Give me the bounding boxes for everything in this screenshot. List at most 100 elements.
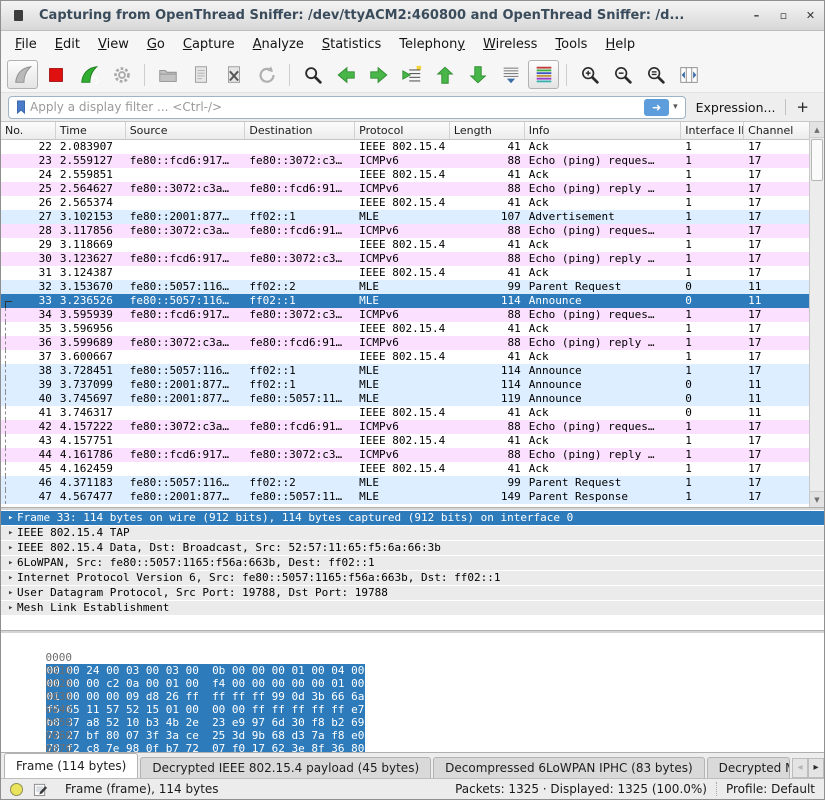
detail-line[interactable]: ▸ IEEE 802.15.4 Data, Dst: Broadcast, Sr… [1,541,824,555]
close-button[interactable]: ✕ [797,5,824,27]
go-first-button[interactable] [429,60,460,89]
capture-comment-icon[interactable] [33,782,48,797]
colorize-button[interactable] [528,60,559,89]
packet-row[interactable]: 40 3.745697 fe80::2001:877… fe80::5057:1… [1,392,809,406]
packet-row[interactable]: 28 3.117856 fe80::3072:c3a… fe80::fcd6:9… [1,224,809,238]
auto-scroll-button[interactable] [495,60,526,89]
scrollbar-up-icon[interactable]: ▲ [810,122,824,138]
scrollbar-down-icon[interactable]: ▼ [810,491,824,507]
expert-info-icon[interactable] [10,783,23,796]
packet-row[interactable]: 25 2.564627 fe80::3072:c3a… fe80::fcd6:9… [1,182,809,196]
packet-row[interactable]: 33 3.236526 fe80::5057:116… ff02::1 MLE … [1,294,809,308]
file-close-button[interactable] [218,60,249,89]
file-open-button[interactable] [152,60,183,89]
packet-row[interactable]: 39 3.737099 fe80::2001:877… ff02::1 MLE … [1,378,809,392]
filter-bookmark-icon[interactable] [12,99,30,115]
expression-button[interactable]: Expression... [686,100,786,115]
capture-options-button[interactable] [106,60,137,89]
byte-view-tab[interactable]: Decompressed 6LoWPAN IPHC (83 bytes) [433,757,705,778]
zoom-original-button[interactable] [640,60,671,89]
expander-icon[interactable]: ▸ [1,556,17,570]
menu-tools[interactable]: Tools [546,33,596,56]
packet-row[interactable]: 30 3.123627 fe80::fcd6:917… fe80::3072:c… [1,252,809,266]
packet-row[interactable]: 31 3.124387 IEEE 802.15.4 41 Ack 1 17 [1,266,809,280]
packet-row[interactable]: 46 4.371183 fe80::5057:116… ff02::2 MLE … [1,476,809,490]
go-back-button[interactable] [330,60,361,89]
vertical-scrollbar[interactable]: ▲ ▼ [809,122,824,507]
apply-filter-button[interactable]: ➜ [644,99,669,116]
packet-row[interactable]: 26 2.565374 IEEE 802.15.4 41 Ack 1 17 [1,196,809,210]
reload-button[interactable] [251,60,282,89]
menu-capture[interactable]: Capture [174,33,244,56]
hex-bytes[interactable]: b8 37 a8 52 10 b3 4b 2e 23 e9 97 6d 30 f… [46,716,366,729]
menu-view[interactable]: View [89,33,138,56]
find-packet-button[interactable] [297,60,328,89]
expander-icon[interactable]: ▸ [1,511,17,525]
expander-icon[interactable]: ▸ [1,571,17,585]
status-profile[interactable]: Profile: Default [726,782,815,796]
display-filter-input[interactable] [30,100,644,114]
filter-history-caret-icon[interactable]: ▾ [669,102,682,112]
column-header-info[interactable]: Info [525,122,682,139]
packet-row[interactable]: 43 4.157751 IEEE 802.15.4 41 Ack 1 17 [1,434,809,448]
expander-icon[interactable]: ▸ [1,526,17,540]
expander-icon[interactable]: ▸ [1,586,17,600]
display-filter-box[interactable]: ➜ ▾ [8,96,686,119]
packet-row[interactable]: 23 2.559127 fe80::fcd6:917… fe80::3072:c… [1,154,809,168]
detail-line[interactable]: ▸ Internet Protocol Version 6, Src: fe80… [1,571,824,585]
hex-bytes[interactable]: 78 f2 c8 7e 98 0f b7 72 07 f0 17 62 3e 8… [46,742,366,753]
column-header-len[interactable]: Length [450,122,525,139]
go-last-button[interactable] [462,60,493,89]
capture-restart-button[interactable] [73,60,104,89]
hex-bytes[interactable]: 01 00 00 00 09 d8 26 ff ff ff ff 99 0d 3… [46,690,366,703]
menu-analyze[interactable]: Analyze [244,33,313,56]
menu-go[interactable]: Go [138,33,174,56]
packet-row[interactable]: 37 3.600667 IEEE 802.15.4 41 Ack 1 17 [1,350,809,364]
menu-telephony[interactable]: Telephony [390,33,474,56]
column-header-src[interactable]: Source [126,122,246,139]
column-header-iface[interactable]: Interface ID [681,122,744,139]
detail-line[interactable]: ▸ Frame 33: 114 bytes on wire (912 bits)… [1,511,824,525]
column-header-time[interactable]: Time [56,122,126,139]
zoom-in-button[interactable] [574,60,605,89]
hex-bytes[interactable]: 00 00 00 c2 0a 00 01 00 f4 00 00 00 00 0… [46,677,366,690]
add-filter-button[interactable]: + [786,98,817,116]
menu-wireless[interactable]: Wireless [474,33,546,56]
packet-row[interactable]: 29 3.118669 IEEE 802.15.4 41 Ack 1 17 [1,238,809,252]
byte-view-tab[interactable]: Decrypted IEEE 802.15.4 payload (45 byte… [140,757,431,778]
capture-stop-button[interactable] [40,60,71,89]
detail-line[interactable]: ▸ User Datagram Protocol, Src Port: 1978… [1,586,824,600]
go-to-packet-button[interactable] [396,60,427,89]
hex-line[interactable]: 0000 00 00 24 00 03 00 03 00 0b 00 00 00… [19,638,824,651]
byte-view-tab[interactable]: Frame (114 bytes) [4,753,138,778]
packet-row[interactable]: 44 4.161786 fe80::fcd6:917… fe80::3072:c… [1,448,809,462]
packet-row[interactable]: 42 4.157222 fe80::3072:c3a… fe80::fcd6:9… [1,420,809,434]
packet-row[interactable]: 47 4.567477 fe80::2001:877… fe80::5057:1… [1,490,809,504]
scrollbar-thumb[interactable] [811,139,823,181]
column-header-proto[interactable]: Protocol [355,122,450,139]
packet-row[interactable]: 45 4.162459 IEEE 802.15.4 41 Ack 1 17 [1,462,809,476]
detail-line[interactable]: ▸ 6LoWPAN, Src: fe80::5057:1165:f56a:663… [1,556,824,570]
detail-line[interactable]: ▸ Mesh Link Establishment [1,601,824,615]
packet-row[interactable]: 38 3.728451 fe80::5057:116… ff02::1 MLE … [1,364,809,378]
go-forward-button[interactable] [363,60,394,89]
hex-bytes[interactable]: 00 00 24 00 03 00 03 00 0b 00 00 00 01 0… [46,664,366,677]
tab-scroll-right-icon[interactable]: ▸ [808,758,824,778]
menu-statistics[interactable]: Statistics [313,33,390,56]
hex-bytes[interactable]: f5 65 11 57 52 15 01 00 00 00 ff ff ff f… [46,703,366,716]
packet-row[interactable]: 22 2.083907 IEEE 802.15.4 41 Ack 1 17 [1,140,809,154]
resize-columns-button[interactable] [673,60,704,89]
zoom-out-button[interactable] [607,60,638,89]
file-save-button[interactable] [185,60,216,89]
byte-view-tab[interactable]: Decrypted ML [707,757,790,778]
menu-help[interactable]: Help [596,33,644,56]
scrollbar-track[interactable] [810,138,824,491]
packet-row[interactable]: 34 3.595939 fe80::fcd6:917… fe80::3072:c… [1,308,809,322]
expander-icon[interactable]: ▸ [1,601,17,615]
hex-bytes[interactable]: 73 27 bf 80 07 3f 3a ce 25 3d 9b 68 d3 7… [46,729,366,742]
packet-row[interactable]: 36 3.599689 fe80::3072:c3a… fe80::fcd6:9… [1,336,809,350]
maximize-button[interactable]: ▫ [770,5,797,27]
tab-scroll-left-icon[interactable]: ◂ [792,758,808,778]
wireshark-capture-button[interactable] [7,60,38,89]
column-header-no[interactable]: No. [1,122,56,139]
